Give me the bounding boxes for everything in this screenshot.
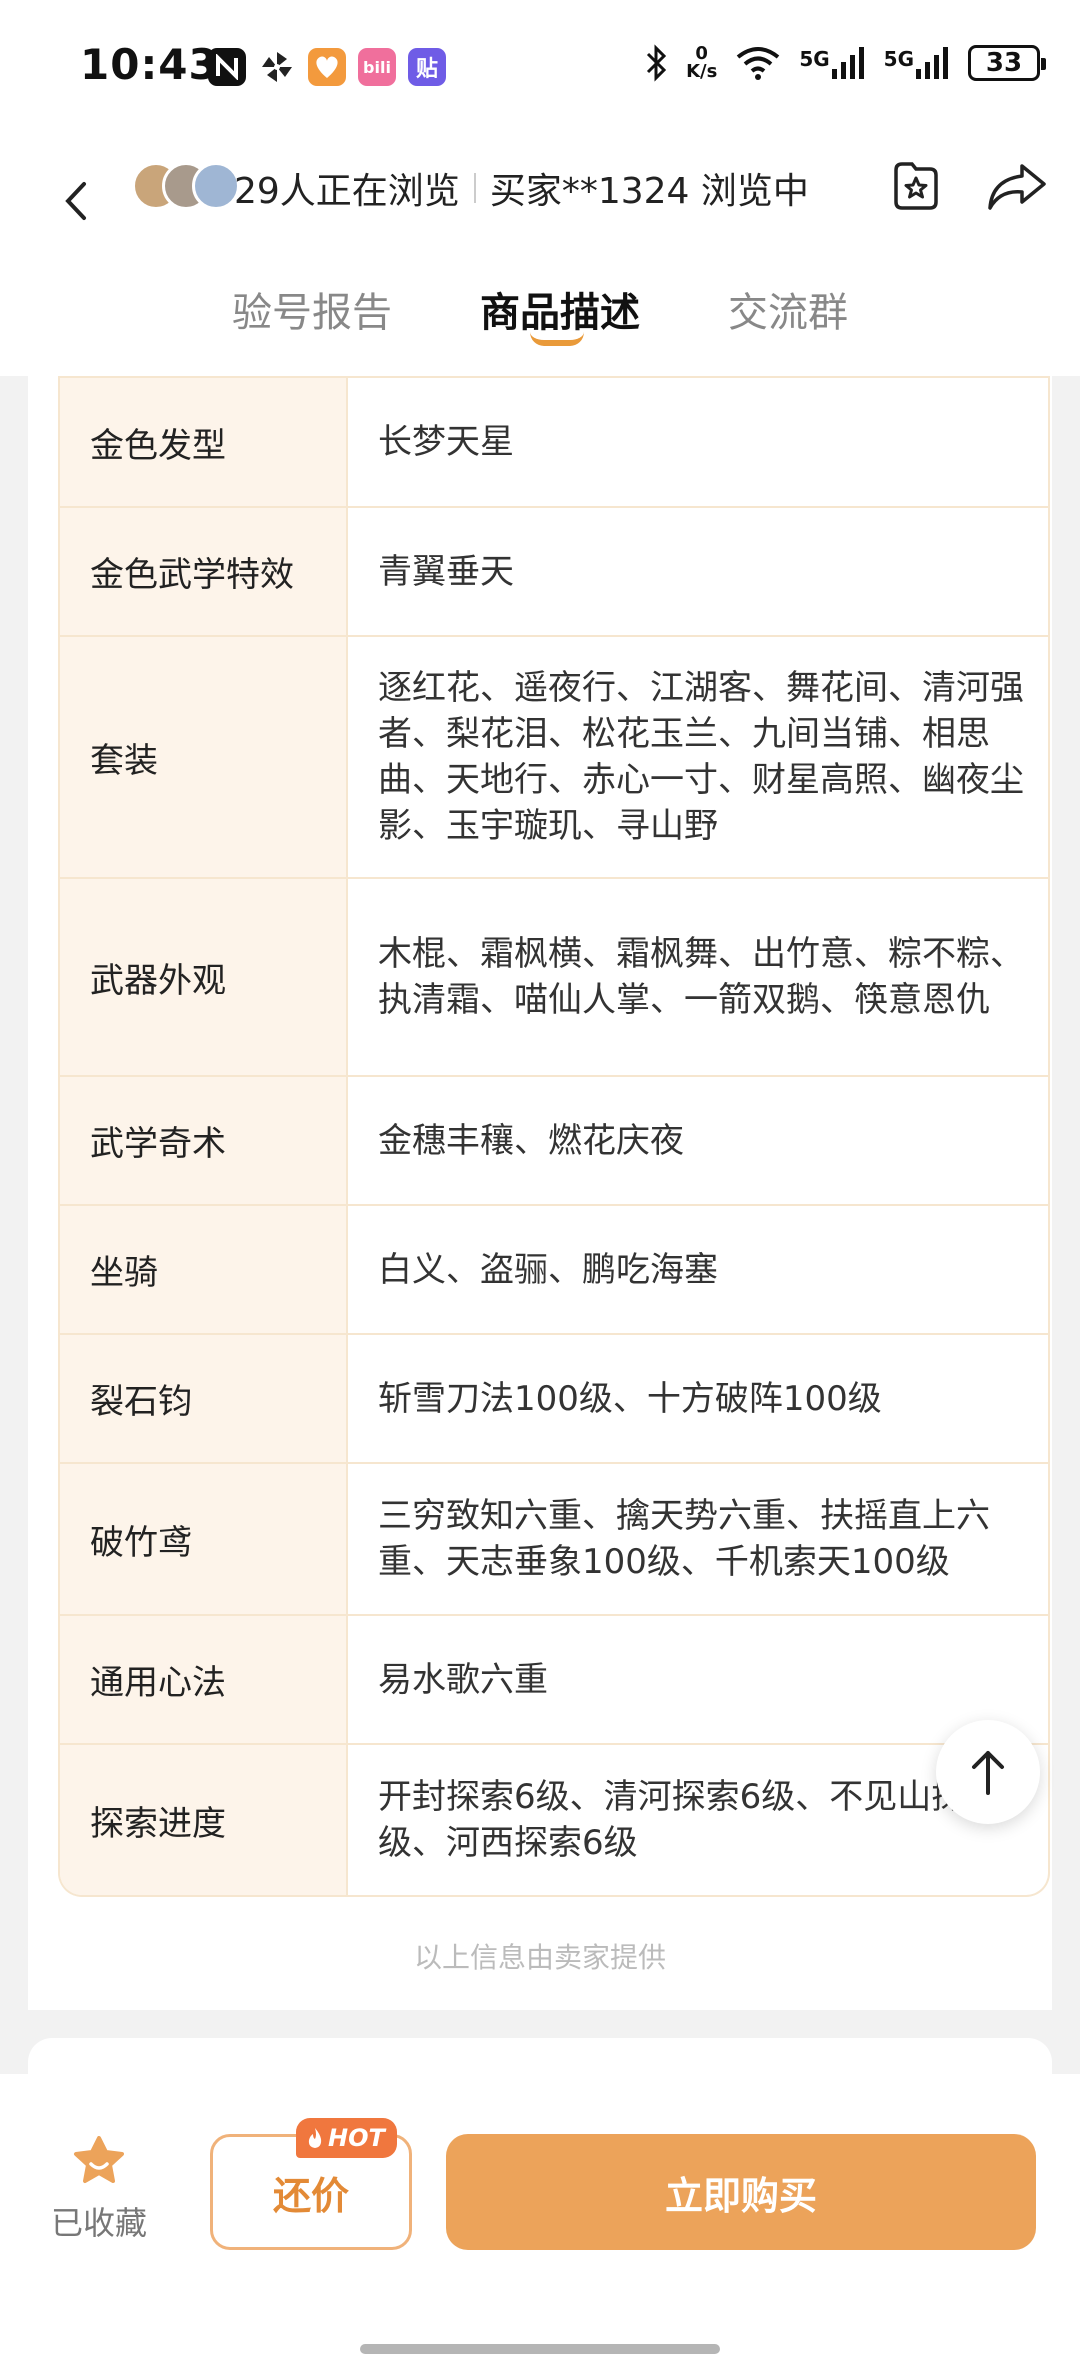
home-indicator[interactable] [360,2344,720,2354]
sticker-app-icon: 贴 [408,48,446,86]
favorited-star-icon [74,2136,124,2183]
tab-chat-group[interactable]: 交流群 [728,280,848,338]
table-row: 裂石钧 斩雪刀法100级、十方破阵100级 [60,1333,1048,1462]
back-icon[interactable] [56,166,96,236]
row-value: 逐红花、遥夜行、江湖客、舞花间、清河强者、梨花泪、松花玉兰、九间当铺、相思曲、天… [378,668,1024,846]
row-key: 坐骑 [60,1206,348,1333]
viewer-avatars [132,162,240,210]
buy-now-button[interactable]: 立即购买 [446,2134,1036,2250]
share-icon[interactable] [984,158,1050,214]
row-key: 通用心法 [60,1616,348,1743]
tab-product-description[interactable]: 商品描述 [480,280,640,338]
hot-badge: HOT [296,2118,397,2158]
table-row: 金色武学特效 青翼垂天 [60,506,1048,635]
browsing-count: 29人正在浏览 [234,171,460,212]
row-key: 破竹鸢 [60,1464,348,1614]
status-app-icons: bili 贴 [208,48,446,86]
tab-bar: 验号报告 商品描述 交流群 [0,280,1080,376]
description-card: 金色发型 长梦天星 金色武学特效 青翼垂天 套装 逐红花、遥夜行、江湖客、舞花间… [28,376,1052,2010]
fire-icon [308,2128,322,2148]
table-row: 坐骑 白义、盗骊、鹏吃海塞 [60,1204,1048,1333]
row-key: 金色武学特效 [60,508,348,635]
bargain-label: 还价 [272,2173,349,2218]
status-right: 0 K/s 5G 5G 33 [646,43,1046,82]
table-row: 通用心法 易水歌六重 [60,1614,1048,1743]
row-key: 武器外观 [60,879,348,1075]
signal-sim1: 5G [799,47,865,79]
row-key: 裂石钧 [60,1335,348,1462]
network-speed: 0 K/s [686,43,718,82]
favorite-label: 已收藏 [50,2204,147,2242]
table-row: 武器外观 木棍、霜枫横、霜枫舞、出竹意、粽不粽、执清霜、喵仙人掌、一箭双鹅、筷意… [60,877,1048,1075]
bottom-action-bar: 已收藏 还价 HOT 立即购买 [0,2074,1080,2377]
row-key: 金色发型 [60,378,348,506]
status-time: 10:43 [80,40,219,89]
attribute-table: 金色发型 长梦天星 金色武学特效 青翼垂天 套装 逐红花、遥夜行、江湖客、舞花间… [58,376,1050,1897]
bluetooth-icon [647,44,667,82]
favorite-star-icon[interactable] [884,156,944,216]
signal-bars-icon [831,47,864,79]
active-tab-indicator [530,332,584,346]
row-value: 青翼垂天 [378,551,514,592]
status-bar: 10:43 bili 贴 0 K/s 5G 5G 33 [0,0,1080,140]
scroll-to-top-button[interactable] [936,1720,1040,1824]
row-value: 长梦天星 [378,422,514,462]
nfc-icon [208,48,246,86]
favorite-button[interactable]: 已收藏 [44,2136,154,2244]
arrow-up-icon [972,1751,1004,1795]
header: 29人正在浏览 买家**1324 浏览中 验号报告 商品描述 交流群 [0,140,1080,376]
seller-provided-note: 以上信息由卖家提供 [413,1941,666,1974]
row-value: 斩雪刀法100级、十方破阵100级 [378,1378,882,1419]
avatar [192,162,240,210]
browsing-info: 29人正在浏览 买家**1324 浏览中 [234,162,809,214]
divider [473,173,476,203]
tab-inspection-report[interactable]: 验号报告 [232,280,392,338]
row-value: 白义、盗骊、鹏吃海塞 [378,1249,718,1290]
row-value: 易水歌六重 [378,1659,548,1700]
heart-app-icon [308,48,346,86]
table-row: 武学奇术 金穗丰穰、燃花庆夜 [60,1075,1048,1204]
table-row: 破竹鸢 三穷致知六重、擒天势六重、扶摇直上六重、天志垂象100级、千机索天100… [60,1462,1048,1614]
table-row: 探索进度 开封探索6级、清河探索6级、不见山探索6级、河西探索6级 [60,1743,1048,1895]
signal-bars-icon [916,47,948,79]
row-value: 木棍、霜枫横、霜枫舞、出竹意、粽不粽、执清霜、喵仙人掌、一箭双鹅、筷意恩仇 [378,934,1024,1020]
pinwheel-icon [258,48,296,86]
row-value: 金穗丰穰、燃花庆夜 [378,1120,684,1161]
signal-sim2: 5G [884,47,950,79]
table-row: 套装 逐红花、遥夜行、江湖客、舞花间、清河强者、梨花泪、松花玉兰、九间当铺、相思… [60,635,1048,877]
battery-indicator: 33 [968,45,1046,81]
buyer-browsing: 买家**1324 浏览中 [489,171,809,212]
buy-now-label: 立即购买 [664,2173,817,2218]
table-row: 金色发型 长梦天星 [60,376,1048,506]
row-key: 武学奇术 [60,1077,348,1204]
row-value: 三穷致知六重、擒天势六重、扶摇直上六重、天志垂象100级、千机索天100级 [378,1496,990,1582]
wifi-icon [737,47,780,80]
row-key: 探索进度 [60,1745,348,1895]
row-key: 套装 [60,637,348,877]
bilibili-icon: bili [358,48,396,86]
